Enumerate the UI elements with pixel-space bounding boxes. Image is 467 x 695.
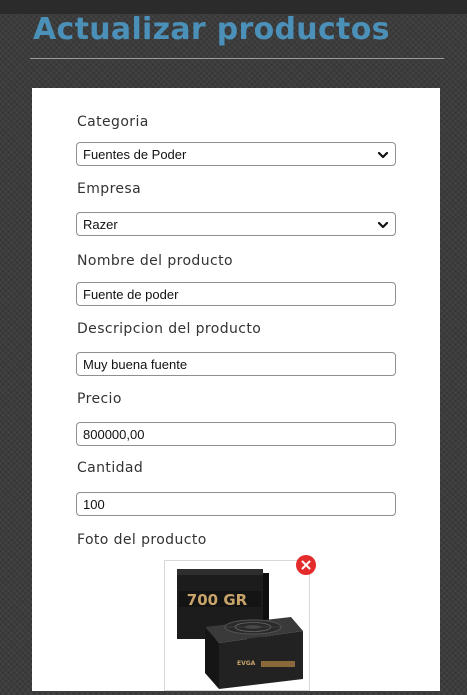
chevron-down-icon xyxy=(377,151,389,159)
box-model-text: 700 GR xyxy=(187,591,248,609)
page-title: Actualizar productos xyxy=(33,12,390,47)
product-photo: 700 GR EVGA xyxy=(164,560,310,691)
product-description-value: Muy buena fuente xyxy=(83,356,188,372)
close-icon xyxy=(301,560,311,570)
quantity-value: 100 xyxy=(83,496,105,512)
power-supply-image: 700 GR EVGA xyxy=(177,569,303,689)
price-label: Precio xyxy=(77,391,122,407)
price-input[interactable]: 800000,00 xyxy=(76,422,396,446)
company-label: Empresa xyxy=(77,181,142,197)
price-value: 800000,00 xyxy=(83,426,145,442)
product-description-label: Descripcion del producto xyxy=(77,321,262,337)
quantity-label: Cantidad xyxy=(77,460,144,476)
company-select[interactable]: Razer xyxy=(76,212,396,236)
category-label: Categoria xyxy=(77,114,149,130)
title-divider xyxy=(30,58,444,59)
category-select[interactable]: Fuentes de Poder xyxy=(76,142,396,166)
product-name-label: Nombre del producto xyxy=(77,253,233,269)
company-value: Razer xyxy=(83,216,118,232)
chevron-down-icon xyxy=(377,221,389,229)
product-name-value: Fuente de poder xyxy=(83,286,179,302)
product-form-card: Categoria Fuentes de Poder Empresa Razer… xyxy=(32,88,440,691)
photo-label: Foto del producto xyxy=(77,532,207,548)
product-name-input[interactable]: Fuente de poder xyxy=(76,282,396,306)
product-description-input[interactable]: Muy buena fuente xyxy=(76,352,396,376)
remove-photo-button[interactable] xyxy=(296,555,316,575)
psu-brand-text: EVGA xyxy=(237,660,256,667)
category-value: Fuentes de Poder xyxy=(83,146,187,162)
quantity-input[interactable]: 100 xyxy=(76,492,396,516)
